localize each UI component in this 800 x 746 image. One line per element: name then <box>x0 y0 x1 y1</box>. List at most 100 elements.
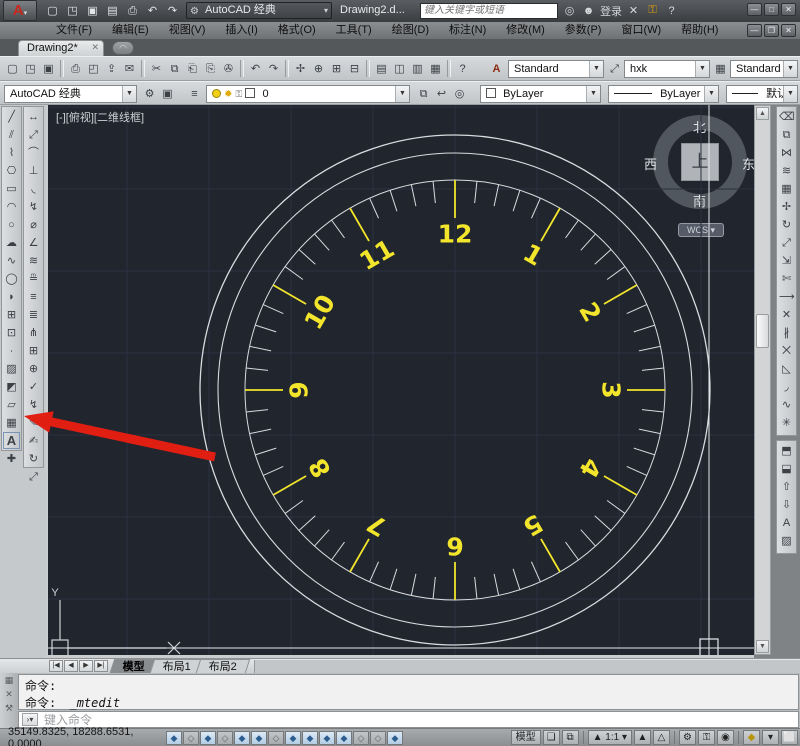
pan-icon[interactable]: ✢ <box>292 60 309 77</box>
break-icon[interactable]: ∦ <box>778 324 795 341</box>
menu-item-4[interactable]: 格式(O) <box>268 24 326 36</box>
point-icon[interactable]: ∙ <box>3 342 20 359</box>
rotate-icon[interactable]: ↻ <box>778 216 795 233</box>
polyline-icon[interactable]: ⌇ <box>3 144 20 161</box>
lineweight-dropdown[interactable]: 默认 ▼ <box>726 85 798 103</box>
properties-icon[interactable]: ▤ <box>373 60 390 77</box>
quick-dimension-icon[interactable]: ≋ <box>25 252 42 269</box>
menu-item-0[interactable]: 文件(F) <box>46 24 102 36</box>
vertical-scrollbar[interactable]: ▲ ▼ <box>754 105 771 655</box>
revision-cloud-icon[interactable]: ☁ <box>3 234 20 251</box>
color-dropdown[interactable]: ByLayer ▼ <box>480 85 601 103</box>
3d-object-snap-toggle[interactable]: ◇ <box>268 730 284 745</box>
performance-button[interactable]: ◉ <box>717 730 734 745</box>
fillet-icon[interactable]: ◞ <box>778 378 795 395</box>
workspace-settings-icon[interactable]: ⚙ <box>141 85 158 102</box>
table-icon[interactable]: ▦ <box>3 414 20 431</box>
scrollbar-thumb[interactable] <box>756 314 769 348</box>
erase-icon[interactable]: ⌫ <box>778 108 795 125</box>
paste-special-icon[interactable]: ⎘ <box>202 60 219 77</box>
viewcube[interactable]: 北 南 西 东 上 WCS ▾ <box>642 115 754 247</box>
save-icon[interactable]: ▣ <box>84 2 101 19</box>
help-icon[interactable]: ? <box>454 60 471 77</box>
annotation-autoscale-button[interactable]: △ <box>653 730 670 745</box>
customize-wrench-icon[interactable]: ⚒ <box>0 703 18 714</box>
arc-icon[interactable]: ◠ <box>3 198 20 215</box>
dimension-spacing-icon[interactable]: ≣ <box>25 306 42 323</box>
lineweight-display-toggle[interactable]: ◆ <box>336 730 352 745</box>
jogged-dimension-icon[interactable]: ↯ <box>25 198 42 215</box>
text-style-dropdown[interactable]: Standard ▼ <box>508 60 604 78</box>
object-snap-tracking-toggle[interactable]: ◆ <box>285 730 301 745</box>
command-window-grip[interactable]: ▦ ✕ ⚒ <box>0 673 18 728</box>
menu-item-5[interactable]: 工具(T) <box>326 24 382 36</box>
grid-display-toggle[interactable]: ◆ <box>200 730 216 745</box>
next-tab-icon[interactable]: ▶ <box>79 660 93 672</box>
hatch-to-back-icon[interactable]: ▨ <box>778 532 795 549</box>
blend-curves-icon[interactable]: ∿ <box>778 396 795 413</box>
viewport-controls[interactable]: [-][俯视][二维线框] <box>56 109 144 125</box>
explode-icon[interactable]: ✳ <box>778 414 795 431</box>
file-tab-drawing2[interactable]: ✕ Drawing2* <box>18 40 104 56</box>
menu-item-2[interactable]: 视图(V) <box>159 24 216 36</box>
menu-item-1[interactable]: 编辑(E) <box>102 24 159 36</box>
layer-isolate-icon[interactable]: ◎ <box>451 85 468 102</box>
layer-properties-icon[interactable]: ≡ <box>186 85 203 102</box>
quick-view-layouts-button[interactable]: ❏ <box>542 730 560 745</box>
plot-icon[interactable]: ⎙ <box>67 60 84 77</box>
layer-dropdown[interactable]: ✹ ⚿ 0 ▼ <box>206 85 410 103</box>
break-at-point-icon[interactable]: ✕ <box>778 306 795 323</box>
etransmit-icon[interactable]: ✉ <box>121 60 138 77</box>
spline-icon[interactable]: ∿ <box>3 252 20 269</box>
insert-block-icon[interactable]: ⊞ <box>3 306 20 323</box>
create-block-icon[interactable]: ⊡ <box>3 324 20 341</box>
object-snap-toggle[interactable]: ◆ <box>251 730 267 745</box>
circle-icon[interactable]: ○ <box>3 216 20 233</box>
stretch-icon[interactable]: ⇲ <box>778 252 795 269</box>
layout-tab-2[interactable]: 布局2 <box>195 659 251 673</box>
annotation-scale-button[interactable]: ▲ 1:1 ▾ <box>587 730 632 745</box>
open-icon[interactable]: ◳ <box>22 60 39 77</box>
linetype-dropdown[interactable]: ByLayer ▼ <box>608 85 719 103</box>
add-selected-icon[interactable]: ✚ <box>3 450 20 467</box>
help-icon[interactable]: ? <box>664 5 679 17</box>
prev-tab-icon[interactable]: ◀ <box>64 660 78 672</box>
dimension-text-edit-icon[interactable]: ✍ <box>25 432 42 449</box>
new-tab-button[interactable]: ◠ <box>112 41 134 55</box>
plot-icon[interactable]: ⎙ <box>124 2 141 19</box>
publish-icon[interactable]: ⇪ <box>103 60 120 77</box>
redo-icon[interactable]: ↷ <box>265 60 282 77</box>
inspection-icon[interactable]: ✓ <box>25 378 42 395</box>
workspace-save-icon[interactable]: ▣ <box>159 85 176 102</box>
close-icon[interactable]: ✕ <box>0 689 18 700</box>
undo-icon[interactable]: ↶ <box>144 2 161 19</box>
copy-object-icon[interactable]: ⧉ <box>778 126 795 143</box>
ellipse-icon[interactable]: ◯ <box>3 270 20 287</box>
model-space-button[interactable]: 模型 <box>510 730 541 745</box>
table-style-dropdown[interactable]: Standard ▼ <box>730 60 798 78</box>
bring-above-objects-icon[interactable]: ⇧ <box>778 478 795 495</box>
menu-item-9[interactable]: 参数(P) <box>555 24 612 36</box>
scroll-down-icon[interactable]: ▼ <box>756 640 769 653</box>
menu-item-7[interactable]: 标注(N) <box>439 24 496 36</box>
jogged-linear-icon[interactable]: ↯ <box>25 396 42 413</box>
viewcube-north[interactable]: 北 <box>693 117 706 136</box>
workspace-switching-button[interactable]: ⚙ <box>679 730 696 745</box>
angular-dimension-icon[interactable]: ∠ <box>25 234 42 251</box>
polygon-icon[interactable]: ⎔ <box>3 162 20 179</box>
viewcube-south[interactable]: 南 <box>693 191 706 210</box>
open-icon[interactable]: ◳ <box>64 2 81 19</box>
line-icon[interactable]: ╱ <box>3 108 20 125</box>
dimension-style-icon[interactable]: ⤢ <box>25 468 42 485</box>
infer-constraints-toggle[interactable]: ◆ <box>166 730 182 745</box>
dimension-break-icon[interactable]: ⋔ <box>25 324 42 341</box>
viewcube-top-face[interactable]: 上 <box>681 143 719 181</box>
move-icon[interactable]: ✢ <box>778 198 795 215</box>
send-under-objects-icon[interactable]: ⇩ <box>778 496 795 513</box>
hatch-icon[interactable]: ▨ <box>3 360 20 377</box>
snap-mode-toggle[interactable]: ◇ <box>183 730 199 745</box>
offset-icon[interactable]: ≋ <box>778 162 795 179</box>
clean-screen-button[interactable]: ⬜ <box>781 730 798 745</box>
doc-minimize-button[interactable]: — <box>747 24 762 37</box>
new-icon[interactable]: ▢ <box>44 2 61 19</box>
